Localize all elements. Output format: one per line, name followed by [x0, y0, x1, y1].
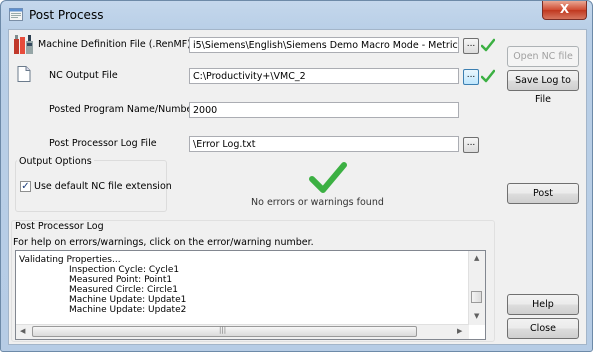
- status-message: No errors or warnings found: [251, 197, 384, 208]
- machine-definition-browse-button[interactable]: ...: [463, 38, 479, 54]
- post-button[interactable]: Post: [507, 183, 579, 204]
- save-log-button[interactable]: Save Log to File: [507, 70, 579, 105]
- post-log-help-text: For help on errors/warnings, click on th…: [13, 237, 314, 248]
- use-default-ext-checkbox[interactable]: ✓: [20, 181, 31, 192]
- program-name-label: Posted Program Name/Number: [49, 104, 197, 115]
- nc-output-field[interactable]: C:\Productivity+\VMC_2: [189, 68, 459, 84]
- nc-output-browse-button[interactable]: ...: [463, 69, 479, 85]
- log-file-field[interactable]: \Error Log.txt: [189, 136, 459, 152]
- log-vertical-scrollbar[interactable]: ▲ ▼: [468, 251, 485, 325]
- output-options-title: Output Options: [17, 156, 94, 167]
- log-file-browse-button[interactable]: ...: [463, 137, 479, 153]
- scroll-left-arrow-icon[interactable]: ◀: [20, 327, 25, 335]
- machine-definition-icon: [14, 35, 33, 54]
- nc-file-icon: [17, 66, 31, 82]
- log-line[interactable]: Inspection Cycle: Cycle1: [69, 265, 179, 275]
- post-process-window: Post Process X Machine Definition File (…: [0, 0, 593, 352]
- close-button[interactable]: Close: [507, 318, 579, 339]
- log-line[interactable]: Measured Circle: Circle1: [69, 285, 178, 295]
- window-close-button[interactable]: X: [542, 1, 587, 20]
- use-default-ext-label: Use default NC file extension: [34, 181, 172, 192]
- log-horizontal-scroll-thumb[interactable]: |||: [32, 326, 417, 337]
- machine-definition-label: Machine Definition File (.RenMF): [38, 39, 191, 50]
- scroll-up-arrow-icon[interactable]: ▲: [474, 254, 479, 262]
- dialog-client-area: Machine Definition File (.RenMF) i5\Siem…: [8, 29, 587, 345]
- post-log-title: Post Processor Log: [13, 221, 106, 232]
- title-bar[interactable]: Post Process X: [1, 1, 592, 29]
- post-log-list[interactable]: Validating Properties... Inspection Cycl…: [15, 250, 486, 340]
- log-line[interactable]: Machine Update: Update2: [69, 305, 186, 315]
- post-process-app-icon: [9, 8, 23, 21]
- program-name-field[interactable]: 2000: [189, 102, 459, 118]
- success-check-icon: [309, 162, 347, 193]
- machine-definition-field[interactable]: i5\Siemens\English\Siemens Demo Macro Mo…: [189, 37, 459, 53]
- nc-output-valid-check-icon: [481, 69, 495, 83]
- open-nc-file-button[interactable]: Open NC file: [507, 46, 579, 67]
- log-line[interactable]: Measured Point: Point1: [69, 275, 172, 285]
- machine-definition-valid-check-icon: [481, 38, 495, 52]
- log-line[interactable]: Machine Update: Update1: [69, 295, 186, 305]
- scroll-right-arrow-icon[interactable]: ▶: [457, 327, 462, 335]
- nc-output-label: NC Output File: [49, 70, 118, 81]
- log-horizontal-scrollbar[interactable]: ◀ ||| ▶: [16, 324, 469, 339]
- log-file-label: Post Processor Log File: [49, 138, 157, 149]
- help-button[interactable]: Help: [507, 294, 579, 315]
- log-line[interactable]: Validating Properties...: [19, 255, 121, 265]
- scroll-grip-icon: |||: [219, 326, 227, 334]
- log-vertical-scroll-thumb[interactable]: [471, 291, 482, 303]
- scroll-down-arrow-icon[interactable]: ▼: [474, 312, 479, 320]
- window-title: Post Process: [29, 8, 104, 22]
